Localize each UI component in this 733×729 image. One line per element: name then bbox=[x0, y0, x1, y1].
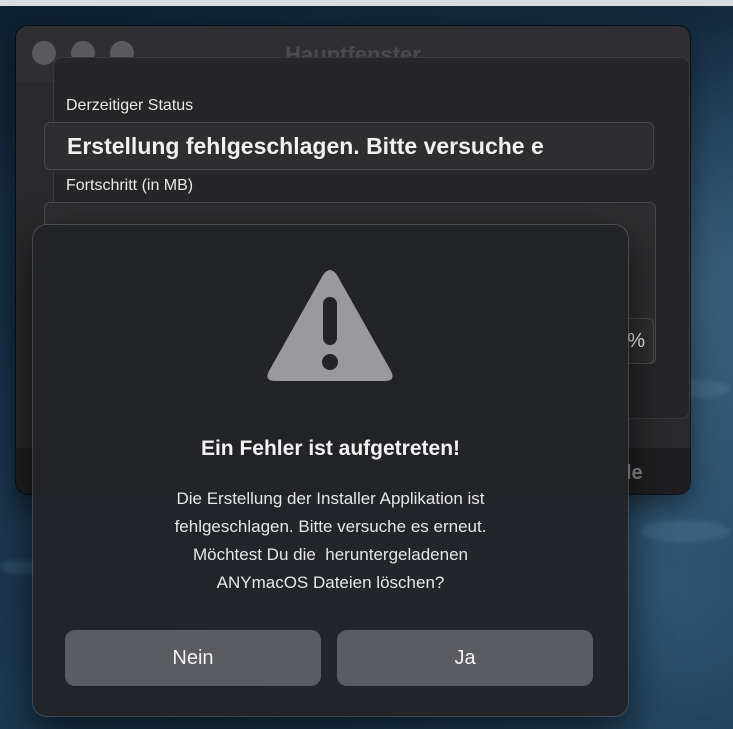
no-button[interactable]: Nein bbox=[65, 630, 321, 686]
wallpaper-streak bbox=[640, 520, 730, 542]
bottom-bar-button-label[interactable]: le bbox=[626, 462, 643, 485]
alert-message: Die Erstellung der Installer Applikation… bbox=[73, 485, 588, 597]
status-label: Derzeitiger Status bbox=[66, 97, 194, 114]
warning-triangle-icon bbox=[267, 270, 393, 381]
yes-button[interactable]: Ja bbox=[337, 630, 593, 686]
alert-title: Ein Fehler ist aufgetreten! bbox=[200, 437, 461, 460]
alert-message-line: fehlgeschlagen. Bitte versuche es erneut… bbox=[174, 517, 487, 536]
error-alert-dialog: Ein Fehler ist aufgetreten! Die Erstellu… bbox=[33, 225, 628, 716]
screen-top-edge bbox=[0, 0, 733, 6]
status-field: Erstellung fehlgeschlagen. Bitte versuch… bbox=[44, 122, 654, 170]
alert-message-line: Die Erstellung der Installer Applikation… bbox=[176, 489, 485, 508]
alert-message-line: Möchtest Du die heruntergeladenen bbox=[192, 545, 468, 564]
alert-message-line: ANYmacOS Dateien löschen? bbox=[216, 573, 445, 592]
progress-label: Fortschritt (in MB) bbox=[66, 177, 194, 194]
